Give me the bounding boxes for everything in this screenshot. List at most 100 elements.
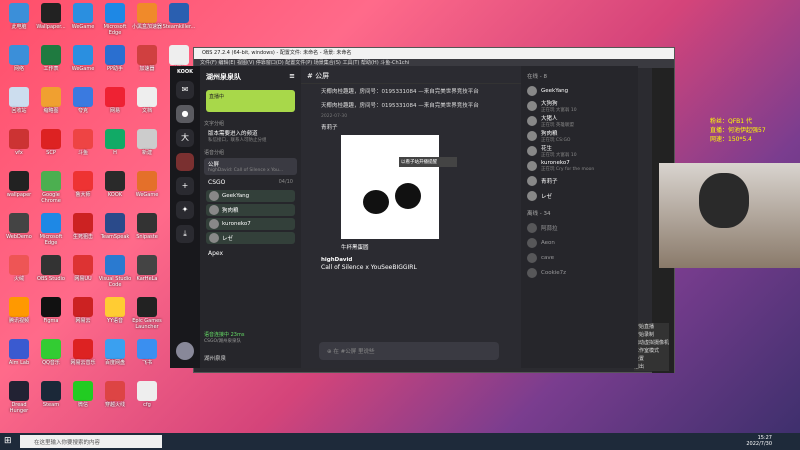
desktop-icon[interactable]: WebDemo — [2, 213, 36, 240]
messages-icon[interactable]: ✉ — [176, 81, 194, 99]
desktop-icon[interactable]: SCP — [34, 129, 68, 156]
channel-notice[interactable]: 公屏 highDavid: Call of Silence x You... — [204, 158, 297, 175]
message-image[interactable]: 以看子站开播提醒 — [341, 135, 457, 239]
voice-category[interactable]: 语音分组 — [204, 149, 297, 156]
desktop-icon[interactable]: 百度网盘 — [98, 339, 132, 366]
obs-title-bar[interactable]: OBS 27.2.4 (64-bit, windows) - 配置文件: 未命名… — [194, 48, 674, 59]
desktop-icon[interactable]: 新建 — [130, 129, 164, 156]
voice-channel-count: 04/10 — [278, 179, 293, 185]
desktop-icon[interactable]: 腾讯视频 — [2, 297, 36, 324]
voice-user[interactable]: GeekYang — [206, 190, 295, 202]
desktop-icon[interactable]: 夸克 — [66, 87, 100, 114]
desktop-icon[interactable]: 此电脑 — [2, 3, 36, 30]
desktop-icon[interactable]: QQ音乐 — [34, 339, 68, 366]
desktop-icon[interactable]: Google Chrome — [34, 171, 68, 204]
text-category[interactable]: 文字分组 — [204, 120, 297, 127]
desktop-icon[interactable]: Microsoft Edge — [98, 3, 132, 36]
desktop-icon[interactable]: Visual Studio Code — [98, 255, 132, 288]
member-item[interactable]: 青莉子 — [521, 173, 638, 188]
desktop-icon[interactable]: Aim Lab — [2, 339, 36, 366]
server-header[interactable]: 湖州泉泉队 ≡ — [200, 66, 301, 88]
server-icon-active[interactable]: ● — [176, 105, 194, 123]
server-banner[interactable]: 直播中 — [206, 90, 295, 112]
server-icon-3[interactable] — [176, 153, 194, 171]
download-icon[interactable]: ⤓ — [176, 225, 194, 243]
desktop-icon[interactable]: OBS Studio — [34, 255, 68, 282]
desktop-icon[interactable]: 回收站 — [2, 87, 36, 114]
desktop-icon[interactable]: 微信 — [66, 381, 100, 408]
desktop-icon[interactable]: 穿越火线 — [98, 381, 132, 408]
desktop-icon[interactable]: Steam — [34, 381, 68, 408]
desktop-icon[interactable]: Figma — [34, 297, 68, 324]
member-item-offline[interactable]: 阿蒜拉 — [521, 220, 638, 235]
desktop-icon[interactable]: Snipaste — [130, 213, 164, 240]
member-item[interactable]: 大狗狗 正在玩 大富翁 10 — [521, 98, 638, 113]
desktop-icon[interactable]: YY语音 — [98, 297, 132, 324]
desktop-icon[interactable]: WeGame — [130, 171, 164, 198]
member-status: 正在玩 大富翁 10 — [541, 152, 577, 158]
desktop-icon[interactable]: TeamSpeak — [98, 213, 132, 240]
desktop-icon[interactable]: KOOK — [98, 171, 132, 198]
member-item[interactable]: 花生 正在玩 大富翁 10 — [521, 143, 638, 158]
start-button[interactable]: ⊞ — [4, 436, 15, 447]
member-item-offline[interactable]: cave — [521, 250, 638, 265]
desktop-icon[interactable]: 网易UU — [66, 255, 100, 282]
desktop-icon[interactable]: Microsoft Edge — [34, 213, 68, 246]
menu-icon[interactable]: ≡ — [289, 72, 295, 82]
member-item[interactable]: レゼ — [521, 188, 638, 203]
desktop-icon[interactable]: wallpaper — [2, 171, 36, 198]
desktop-icon[interactable]: 文档 — [130, 87, 164, 114]
message: Call of Silence x YouSeeBIGGIRL — [321, 264, 417, 271]
desktop-icon[interactable]: 鲁大师 — [66, 171, 100, 198]
member-item[interactable]: kuroneko7 正在玩 Cry for the moon — [521, 158, 638, 173]
app-icon — [137, 171, 157, 191]
desktop-icon[interactable]: cfg — [130, 381, 164, 408]
desktop-icon[interactable]: 生死狙击 — [66, 213, 100, 240]
desktop-icon[interactable]: WeGame — [66, 45, 100, 72]
desktop-icon[interactable]: 飞书 — [130, 339, 164, 366]
member-item[interactable]: 狗肉粮 正在玩 CS:GO — [521, 128, 638, 143]
desktop-icon[interactable]: 火绒 — [2, 255, 36, 282]
desktop-icon[interactable]: PP助手 — [98, 45, 132, 72]
desktop-icon[interactable]: 网易云 — [66, 297, 100, 324]
add-server-icon[interactable]: + — [176, 177, 194, 195]
current-user-name[interactable]: 湖州泉泉 — [204, 354, 226, 362]
voice-channel-csgo[interactable]: CSGO 04/10 — [208, 179, 293, 186]
voice-channel-apex[interactable]: Apex — [208, 250, 293, 257]
user-avatar[interactable] — [176, 342, 194, 360]
clock[interactable]: 15:27 2022/7/30 — [746, 435, 772, 447]
desktop-icon[interactable]: vfx — [2, 129, 36, 156]
desktop-icon[interactable]: 加速器 — [130, 45, 164, 72]
obs-controls[interactable]: 开始直播 开始录制 启动虚拟摄像机 工作室模式 设置 退出 — [634, 323, 669, 371]
desktop-icon[interactable]: 工作表 — [34, 45, 68, 72]
voice-user[interactable]: 狗肉粮 — [206, 204, 295, 216]
discover-icon[interactable]: ✦ — [176, 201, 194, 219]
desktop-icon[interactable]: KarHeLa — [130, 255, 164, 282]
app-icon — [137, 255, 157, 275]
message-input[interactable]: ⊕ 在 #公屏 里说些 — [319, 342, 499, 360]
desktop-icon[interactable]: 网络 — [2, 45, 36, 72]
taskbar-search[interactable]: 在这里输入你要搜索的内容 — [20, 435, 162, 448]
avatar — [209, 219, 219, 229]
desktop-icon[interactable]: 网易云音乐 — [66, 339, 100, 366]
chat-area: # 公屏 天椰肉桂趣趣，房间号：0195331084 —来自完美世界竞技平台 天… — [301, 66, 521, 368]
member-item[interactable]: 大猪人 正在玩 英雄联盟 — [521, 113, 638, 128]
server-icon-da[interactable]: 大 — [176, 129, 194, 147]
desktop-icon[interactable]: 缩略图 — [34, 87, 68, 114]
desktop-icon[interactable]: Epic Games Launcher — [130, 297, 164, 330]
desktop-icon[interactable]: 小黑盒加速器 — [130, 3, 164, 30]
member-item-offline[interactable]: Cookie7z — [521, 265, 638, 280]
desktop-icon[interactable]: WeGame — [66, 3, 100, 30]
voice-user[interactable]: kuroneko7 — [206, 218, 295, 230]
channel-announcement[interactable]: 版本需要进入的频道 私信接口，联系人可防止分组 — [208, 129, 293, 143]
desktop-icon[interactable]: 网易 — [98, 87, 132, 114]
desktop-icon[interactable]: 斗鱼 — [66, 129, 100, 156]
desktop-icon[interactable]: H — [98, 129, 132, 156]
desktop-icon[interactable]: Dread Hunger — [2, 381, 36, 414]
voice-user[interactable]: レゼ — [206, 232, 295, 244]
member-item[interactable]: GeekYang — [521, 83, 638, 98]
desktop-icon[interactable]: Steamkiller... — [162, 3, 196, 30]
kook-window[interactable]: KOOK ✉ ● 大 + ✦ ⤓ 湖州泉泉队 ≡ 直播中 文字分组 版本需要进入的… — [170, 66, 638, 368]
desktop-icon[interactable]: Wallpaper... — [34, 3, 68, 30]
member-item-offline[interactable]: Aeon — [521, 235, 638, 250]
